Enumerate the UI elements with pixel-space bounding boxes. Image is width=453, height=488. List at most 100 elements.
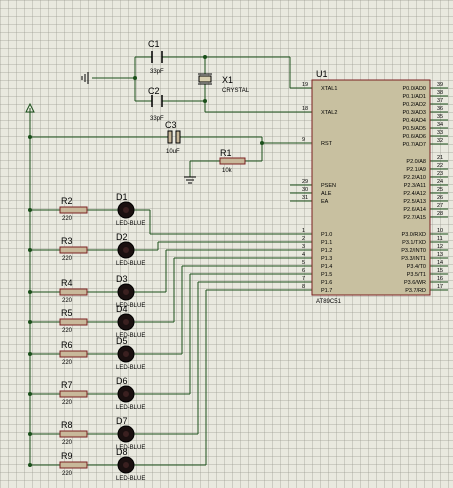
u1-pin-number: 38	[437, 90, 443, 96]
resistor-ref: R8	[61, 420, 73, 430]
r1-ref: R1	[220, 148, 232, 158]
c2-ref: C2	[148, 86, 160, 96]
u1-pin-name: XTAL2	[321, 110, 337, 116]
u1-pin-number: 21	[437, 155, 443, 161]
u1-pin-name: EA	[321, 199, 329, 205]
resistor-value: 220	[62, 360, 73, 366]
resistor-r3[interactable]: R3 220	[59, 236, 88, 262]
u1-pin-number: 1	[302, 228, 305, 234]
u1-pin-number: 30	[302, 187, 308, 193]
ground-symbol[interactable]	[184, 176, 196, 184]
u1-pin-name: P1.7	[321, 288, 332, 294]
u1-pin-number: 22	[437, 163, 443, 169]
u1-pin-number: 4	[302, 252, 305, 258]
led-ref: D4	[116, 304, 128, 314]
u1-pin-name: XTAL1	[321, 86, 337, 92]
u1-pin-name: P0.1/AD1	[402, 94, 426, 100]
u1-pin-name: PSEN	[321, 183, 336, 189]
led-ref: D5	[116, 336, 128, 346]
u1-pin-name: P3.0/RXD	[402, 232, 426, 238]
resistor-value: 220	[62, 471, 73, 477]
resistor-ref: R9	[61, 451, 73, 461]
resistor-value: 220	[62, 328, 73, 334]
u1-pin-number: 25	[437, 187, 443, 193]
led-value: LED-BLUE	[116, 365, 145, 371]
u1-pin-number: 32	[437, 138, 443, 144]
u1-pin-number: 39	[437, 82, 443, 88]
u1-part: AT89C51	[316, 299, 342, 305]
led-value: LED-BLUE	[116, 476, 145, 482]
u1-pin-name: P2.4/A12	[403, 191, 426, 197]
u1-pin-name: P1.5	[321, 272, 332, 278]
u1-pin-number: 34	[437, 122, 443, 128]
u1-pin-name: P2.2/A10	[403, 175, 426, 181]
resistor-ref: R4	[61, 278, 73, 288]
u1-pin-number: 36	[437, 106, 443, 112]
r1-value: 10k	[222, 168, 233, 174]
power-terminal[interactable]	[25, 102, 35, 113]
u1-pin-name: P2.0/A8	[406, 159, 426, 165]
u1-pin-number: 14	[437, 260, 443, 266]
resistor-r1[interactable]: R1 10k	[219, 148, 246, 174]
resistor-value: 220	[62, 256, 73, 262]
u1-pin-name: ALE	[321, 191, 332, 197]
resistor-value: 220	[62, 440, 73, 446]
u1-pin-name: P3.5/T1	[407, 272, 426, 278]
resistor-ref: R6	[61, 340, 73, 350]
led-ref: D2	[116, 232, 128, 242]
u1-pin-name: P0.0/AD0	[402, 86, 426, 92]
resistor-r6[interactable]: R6 220	[59, 340, 88, 366]
led-ref: D8	[116, 447, 128, 457]
u1-pin-name: P1.0	[321, 232, 332, 238]
resistor-ref: R7	[61, 380, 73, 390]
capacitor-c2[interactable]: C2 33pF	[148, 86, 164, 122]
x1-ref: X1	[222, 75, 233, 85]
u1-pin-name: P1.3	[321, 256, 332, 262]
u1-pin-name: P2.3/A11	[404, 183, 426, 189]
u1-pin-number: 16	[437, 276, 443, 282]
u1-pin-name: P1.6	[321, 280, 332, 286]
c2-value: 33pF	[150, 116, 164, 122]
u1-pin-number: 3	[302, 244, 305, 250]
u1-pin-number: 26	[437, 195, 443, 201]
led-rows: R2 220 D1 LED-BLUE R3 220 D2 LED-BLUE R4 220 D3 LED…	[59, 192, 145, 482]
u1-pin-name: P1.1	[321, 240, 332, 246]
u1-pin-name: P3.7/RD	[405, 288, 426, 294]
u1-pin-name: P2.7/A15	[403, 215, 426, 221]
u1-pin-number: 7	[302, 276, 305, 282]
u1-pin-number: 18	[302, 106, 308, 112]
resistor-r4[interactable]: R4 220	[59, 278, 88, 304]
u1-pin-name: P2.1/A9	[406, 167, 426, 173]
resistor-r9[interactable]: R9 220	[59, 451, 88, 477]
u1-pin-number: 35	[437, 114, 443, 120]
u1-pin-number: 24	[437, 179, 443, 185]
u1-pin-number: 12	[437, 244, 443, 250]
u1-ref: U1	[316, 69, 328, 79]
resistor-value: 220	[62, 216, 73, 222]
crystal-x1[interactable]: X1 CRYSTAL	[198, 73, 250, 94]
resistor-r7[interactable]: R7 220	[59, 380, 88, 406]
resistor-r5[interactable]: R5 220	[59, 308, 88, 334]
u1-pin-name: P3.1/TXD	[402, 240, 426, 246]
u1-pin-name: P3.4/T0	[407, 264, 426, 270]
u1-pin-number: 6	[302, 268, 305, 274]
led-ref: D1	[116, 192, 128, 202]
led-value: LED-BLUE	[116, 405, 145, 411]
schematic-svg: C1 33pF C2 33pF X1 CRYSTAL C3 10uF R1 10…	[25, 39, 448, 482]
u1-pin-number: 27	[437, 203, 443, 209]
u1-pin-name: P3.6/WR	[404, 280, 426, 286]
u1-pin-name: P2.6/A14	[403, 207, 426, 213]
led-value: LED-BLUE	[116, 261, 145, 267]
u1-pin-name: P0.2/AD2	[402, 102, 426, 108]
u1-pin-number: 15	[437, 268, 443, 274]
u1-pin-number: 37	[437, 98, 443, 104]
c1-ref: C1	[148, 39, 160, 49]
u1-pin-name: P0.4/AD4	[402, 118, 426, 124]
resistor-r2[interactable]: R2 220	[59, 196, 88, 222]
microcontroller-u1[interactable]: U1 AT89C51 19XTAL118XTAL29RST29PSEN30ALE…	[302, 69, 443, 305]
resistor-r8[interactable]: R8 220	[59, 420, 88, 446]
u1-pin-number: 19	[302, 82, 308, 88]
u1-pin-name: RST	[321, 141, 333, 147]
u1-pin-name: P0.3/AD3	[402, 110, 426, 116]
ground-symbol-crystal[interactable]	[81, 72, 89, 84]
